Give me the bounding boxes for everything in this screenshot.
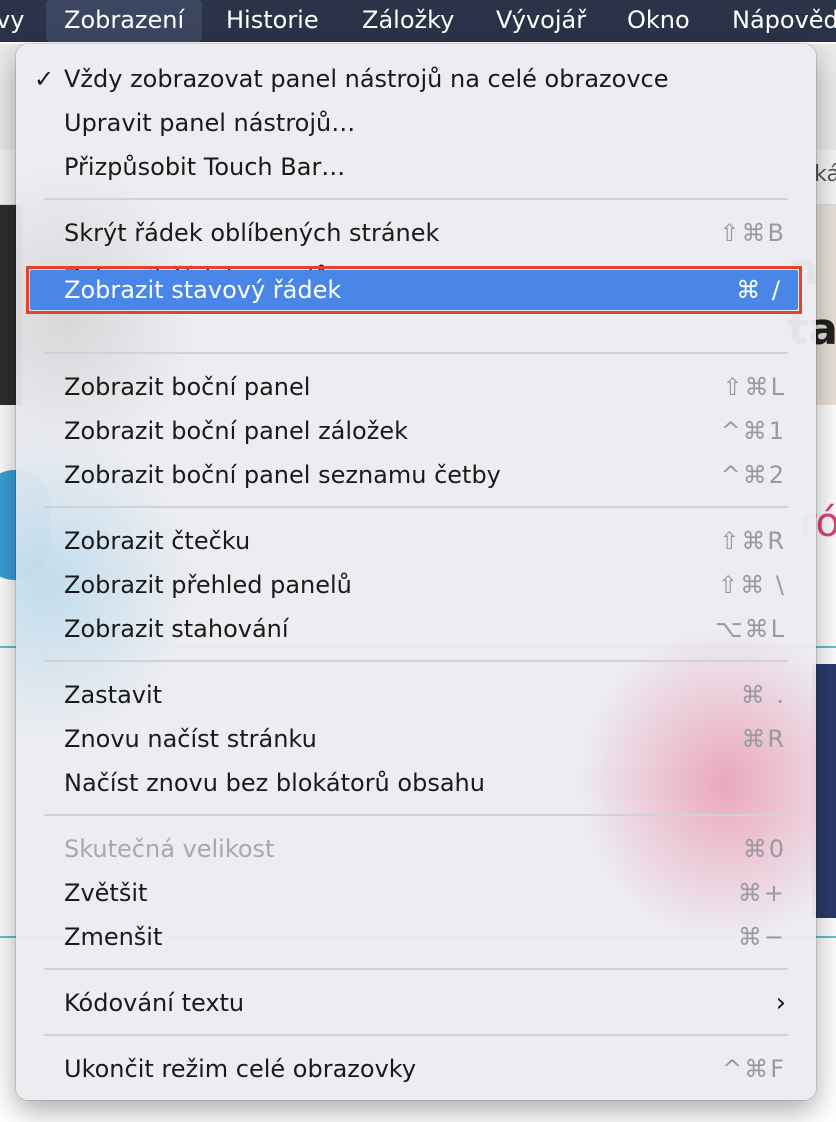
menu-item-label: Zobrazit boční panel seznamu četby <box>64 461 501 489</box>
menu-item-zoom-in[interactable]: Zvětšit ⌘+ <box>16 871 816 915</box>
menu-item-always-show-toolbar[interactable]: ✓ Vždy zobrazovat panel nástrojů na celé… <box>16 57 816 101</box>
menu-item-label: Ukončit režim celé obrazovky <box>64 1055 417 1083</box>
shortcut-label: ⌘0 <box>742 835 786 863</box>
shortcut-label: ⌘ . <box>740 681 786 709</box>
shortcut-label: ⌘R <box>741 725 786 753</box>
shortcut-label: ^⌘2 <box>720 461 786 489</box>
menu-item-customize-touch-bar[interactable]: Přizpůsobit Touch Bar… <box>16 145 816 189</box>
view-menu-dropdown: ✓ Vždy zobrazovat panel nástrojů na celé… <box>16 44 816 1100</box>
menu-item-reload-without-content-blockers[interactable]: Načíst znovu bez blokátorů obsahu <box>16 761 816 805</box>
menu-item-label: Zobrazit boční panel <box>64 373 311 401</box>
menubar-item-history[interactable]: Historie <box>226 0 319 42</box>
menu-separator <box>44 1034 788 1036</box>
shortcut-label: ⌘+ <box>737 879 786 907</box>
menu-item-exit-full-screen[interactable]: Ukončit režim celé obrazovky ^⌘F <box>16 1047 816 1091</box>
menu-item-stop[interactable]: Zastavit ⌘ . <box>16 673 816 717</box>
tab-strip-text: ká <box>814 162 836 187</box>
menu-item-label: Kódování textu <box>64 989 245 1017</box>
shortcut-label: ⇧⌘B <box>719 219 786 247</box>
menu-separator <box>44 198 788 200</box>
menu-item-show-tab-overview[interactable]: Zobrazit přehled panelů ⇧⌘ \ <box>16 563 816 607</box>
menu-item-text-encoding[interactable]: Kódování textu › <box>16 981 816 1025</box>
menu-item-label: Zobrazit čtečku <box>64 527 251 555</box>
menu-item-label: Zobrazit stavový řádek <box>64 276 342 304</box>
menu-item-label: Přizpůsobit Touch Bar… <box>64 153 346 181</box>
menubar-item-window[interactable]: Okno <box>627 0 690 42</box>
shortcut-label: ^⌘F <box>722 1055 786 1083</box>
menu-item-label: Upravit panel nástrojů… <box>64 109 356 137</box>
menu-item-show-sidebar[interactable]: Zobrazit boční panel ⇧⌘L <box>16 365 816 409</box>
menu-item-show-bookmarks-sidebar[interactable]: Zobrazit boční panel záložek ^⌘1 <box>16 409 816 453</box>
menubar-item-help[interactable]: Nápověd <box>732 0 836 42</box>
menu-item-label: Zastavit <box>64 681 163 709</box>
menu-item-show-reader[interactable]: Zobrazit čtečku ⇧⌘R <box>16 519 816 563</box>
shortcut-label: ^⌘1 <box>720 417 786 445</box>
shortcut-label: ⇧⌘R <box>719 527 786 555</box>
menu-item-label: Skutečná velikost <box>64 835 275 863</box>
menu-item-label: Skrýt řádek oblíbených stránek <box>64 219 440 247</box>
shortcut-label: ⌘ / <box>736 276 782 304</box>
menu-separator <box>44 352 788 354</box>
menu-separator <box>44 506 788 508</box>
shortcut-label: ⇧⌘L <box>722 373 786 401</box>
menu-item-label: Znovu načíst stránku <box>64 725 317 753</box>
menubar-item-develop[interactable]: Vývojář <box>496 0 586 42</box>
menubar-item-file[interactable]: vy <box>0 0 24 42</box>
menu-item-label: Zobrazit boční panel záložek <box>64 417 408 445</box>
menu-item-label: Zvětšit <box>64 879 148 907</box>
menu-item-zoom-out[interactable]: Zmenšit ⌘− <box>16 915 816 959</box>
menu-item-label: Načíst znovu bez blokátorů obsahu <box>64 769 485 797</box>
menu-item-label: Zmenšit <box>64 923 163 951</box>
chevron-right-icon: › <box>775 988 786 1018</box>
menu-item-reload-page[interactable]: Znovu načíst stránku ⌘R <box>16 717 816 761</box>
menu-bar: vy Zobrazení Historie Záložky Vývojář Ok… <box>0 0 836 42</box>
checkmark-icon: ✓ <box>34 65 55 93</box>
menubar-item-bookmarks[interactable]: Záložky <box>362 0 454 42</box>
shortcut-label: ⇧⌘ \ <box>718 571 786 599</box>
menu-item-show-reading-list-sidebar[interactable]: Zobrazit boční panel seznamu četby ^⌘2 <box>16 453 816 497</box>
shortcut-label: ⌥⌘L <box>714 615 786 643</box>
menubar-item-view[interactable]: Zobrazení <box>46 0 203 42</box>
menu-item-label: Zobrazit stahování <box>64 615 289 643</box>
menu-item-customize-toolbar[interactable]: Upravit panel nástrojů… <box>16 101 816 145</box>
menu-separator <box>44 814 788 816</box>
menu-item-label: Zobrazit přehled panelů <box>64 571 352 599</box>
menu-item-show-status-bar[interactable]: Zobrazit stavový řádek ⌘ / <box>30 270 798 310</box>
shortcut-label: ⌘− <box>737 923 786 951</box>
menu-item-label: Vždy zobrazovat panel nástrojů na celé o… <box>64 65 669 93</box>
menu-item-actual-size: Skutečná velikost ⌘0 <box>16 827 816 871</box>
menu-item-hide-favorites-bar[interactable]: Skrýt řádek oblíbených stránek ⇧⌘B <box>16 211 816 255</box>
menu-separator <box>44 968 788 970</box>
menu-separator <box>44 660 788 662</box>
menu-item-show-downloads[interactable]: Zobrazit stahování ⌥⌘L <box>16 607 816 651</box>
